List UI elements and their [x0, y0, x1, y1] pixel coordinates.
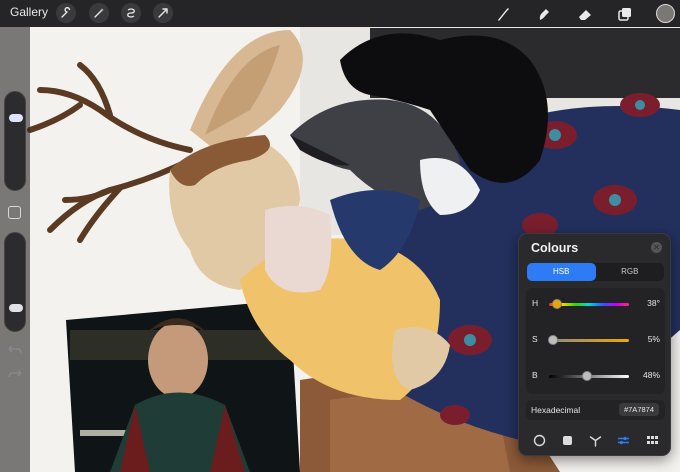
current-color-button[interactable] — [656, 4, 675, 23]
hex-label: Hexadecimal — [531, 405, 581, 415]
opacity-slider[interactable] — [4, 232, 26, 332]
top-toolbar: Gallery — [0, 0, 680, 27]
close-icon[interactable]: ✕ — [651, 242, 662, 253]
disc-tab[interactable] — [530, 431, 548, 449]
redo-button[interactable] — [8, 367, 22, 379]
transform-icon — [158, 8, 168, 18]
brush-icon — [498, 8, 509, 21]
classic-icon — [562, 435, 572, 445]
redo-icon — [8, 369, 22, 378]
wrench-icon — [61, 7, 71, 18]
selection-icon — [127, 8, 135, 18]
value-icon — [618, 436, 630, 444]
saturation-slider[interactable] — [548, 335, 629, 345]
hex-input[interactable]: #7A7874 — [618, 403, 659, 416]
eraser-tool[interactable] — [574, 3, 596, 25]
eraser-icon — [579, 10, 591, 20]
brush-size-thumb[interactable] — [9, 114, 23, 123]
hexadecimal-row: Hexadecimal #7A7874 — [526, 400, 665, 420]
gallery-button[interactable]: Gallery — [10, 5, 48, 19]
value-tab[interactable] — [615, 431, 633, 449]
layers-icon — [618, 8, 631, 21]
smudge-icon — [539, 9, 549, 20]
brush-size-slider[interactable] — [4, 91, 26, 191]
palettes-icon — [646, 435, 658, 444]
smudge-tool[interactable] — [533, 3, 555, 25]
saturation-value: 5% — [647, 334, 660, 344]
hue-row: H 38° — [532, 298, 660, 312]
harmony-icon — [589, 435, 602, 447]
brightness-value: 48% — [642, 370, 660, 380]
hue-knob[interactable] — [552, 299, 563, 309]
brush-tool[interactable] — [492, 3, 514, 25]
hue-value: 38° — [647, 298, 660, 308]
brightness-knob[interactable] — [582, 371, 593, 381]
value-sliders: H 38° S 5% B 48% — [526, 288, 665, 394]
harmony-tab[interactable] — [587, 431, 605, 449]
mode-rgb-button[interactable]: RGB — [596, 263, 665, 281]
left-sidebar — [0, 27, 30, 472]
brightness-slider[interactable] — [549, 371, 629, 381]
brightness-row: B 48% — [532, 370, 660, 384]
undo-button[interactable] — [8, 343, 22, 355]
hue-label: H — [532, 298, 539, 308]
color-mode-switch: HSB RGB — [527, 263, 664, 281]
colours-tab-bar — [526, 429, 665, 451]
disc-icon — [533, 434, 545, 446]
selection-button[interactable] — [121, 3, 141, 23]
undo-icon — [8, 345, 22, 354]
palettes-tab[interactable] — [643, 431, 661, 449]
colours-panel: Colours ✕ HSB RGB H 38° S 5% B 48% Hexad… — [518, 233, 671, 456]
magic-wand-icon — [94, 8, 104, 18]
saturation-label: S — [532, 334, 538, 344]
saturation-knob[interactable] — [548, 335, 558, 345]
saturation-row: S 5% — [532, 334, 660, 348]
opacity-thumb[interactable] — [9, 303, 23, 312]
classic-tab[interactable] — [558, 431, 576, 449]
actions-button[interactable] — [56, 3, 76, 23]
layers-button[interactable] — [614, 3, 636, 25]
panel-title: Colours — [531, 241, 579, 255]
adjustments-button[interactable] — [89, 3, 109, 23]
modify-button[interactable] — [8, 206, 21, 219]
brightness-label: B — [532, 370, 538, 380]
transform-button[interactable] — [153, 3, 173, 23]
mode-hsb-button[interactable]: HSB — [527, 263, 596, 281]
hue-slider[interactable] — [549, 299, 629, 309]
